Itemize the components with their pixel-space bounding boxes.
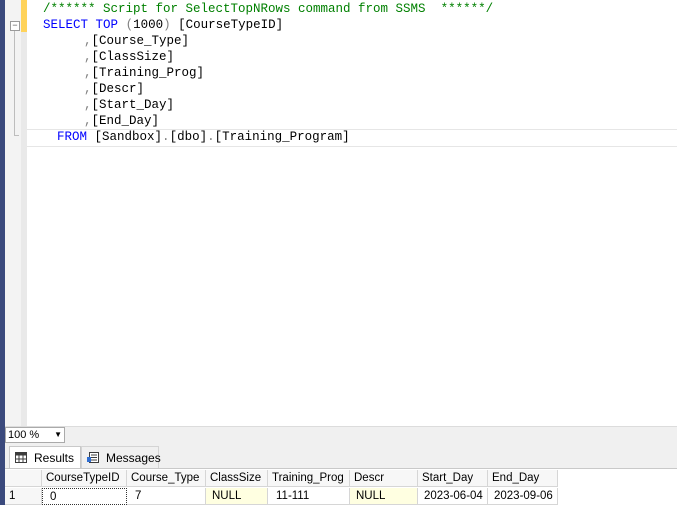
table-cell[interactable]: NULL	[350, 488, 418, 505]
top-keyword: TOP	[95, 18, 119, 32]
comma: ,	[84, 114, 92, 128]
zoom-value: 100 %	[8, 429, 40, 441]
tab-messages[interactable]: Messages	[81, 446, 161, 469]
comma: ,	[84, 66, 92, 80]
comma: ,	[84, 82, 92, 96]
column-name: [Training_Prog]	[91, 66, 205, 80]
code-line-4: ,[ClassSize]	[84, 49, 174, 65]
results-tab-strip: Results Messages	[5, 443, 677, 469]
tab-messages-label: Messages	[106, 451, 161, 465]
code-line-2: SELECT TOP (1000) [CourseTypeID]	[43, 17, 283, 33]
paren-close: )	[163, 18, 171, 32]
code-line-3: ,[Course_Type]	[84, 33, 189, 49]
dot: .	[162, 130, 170, 144]
query-editor[interactable]: − /****** Script for SelectTopNRows comm…	[5, 0, 677, 426]
top-value: 1000	[133, 18, 164, 32]
zoom-bar: 100 % ▼	[5, 426, 677, 443]
fold-guide-line	[14, 31, 15, 135]
column-header[interactable]: End_Day	[488, 470, 558, 487]
editor-gutter: −	[5, 0, 21, 426]
from-keyword: FROM	[57, 130, 88, 144]
select-keyword: SELECT	[43, 18, 89, 32]
corner-cell[interactable]	[5, 470, 42, 487]
tab-results[interactable]: Results	[9, 446, 81, 469]
table-cell[interactable]: 2023-09-06	[488, 488, 558, 505]
table-cell[interactable]: 2023-06-04	[418, 488, 488, 505]
code-line-8: ,[End_Day]	[84, 113, 159, 129]
column-name: [End_Day]	[91, 114, 160, 128]
schema-name: [dbo]	[169, 130, 208, 144]
comma: ,	[84, 34, 92, 48]
column-header[interactable]: Course_Type	[127, 470, 206, 487]
code-line-5: ,[Training_Prog]	[84, 65, 204, 81]
fold-guide-end	[14, 135, 19, 136]
table-name: [Training_Program]	[214, 130, 350, 144]
code-line-6: ,[Descr]	[84, 81, 144, 97]
column-name: [Descr]	[91, 82, 145, 96]
row-number[interactable]: 1	[5, 488, 42, 505]
first-column: [CourseTypeID]	[178, 18, 284, 32]
table-cell[interactable]: NULL	[206, 488, 268, 505]
column-header[interactable]: Descr	[350, 470, 418, 487]
collapse-toggle-icon[interactable]: −	[10, 21, 20, 31]
column-header[interactable]: CourseTypeID	[42, 470, 127, 487]
column-name: [Course_Type]	[91, 34, 190, 48]
column-header[interactable]: Start_Day	[418, 470, 488, 487]
table-cell[interactable]: 11-111	[268, 488, 350, 505]
dot: .	[207, 130, 215, 144]
script-comment: /****** Script for SelectTopNRows comman…	[43, 2, 494, 16]
comma: ,	[84, 50, 92, 64]
results-grid[interactable]: CourseTypeID Course_Type ClassSize Train…	[5, 468, 677, 506]
column-header[interactable]: Training_Prog	[268, 470, 350, 487]
tab-results-label: Results	[34, 451, 75, 465]
zoom-dropdown[interactable]: 100 % ▼	[5, 427, 65, 443]
comma: ,	[84, 98, 92, 112]
column-header[interactable]: ClassSize	[206, 470, 268, 487]
table-cell[interactable]: 0	[42, 488, 127, 505]
paren-open: (	[125, 18, 134, 32]
database-name: [Sandbox]	[94, 130, 163, 144]
code-line-9: FROM [Sandbox].[dbo].[Training_Program]	[57, 129, 350, 145]
grid-icon	[15, 452, 27, 463]
code-area[interactable]: /****** Script for SelectTopNRows comman…	[27, 0, 677, 426]
table-cell[interactable]: 7	[127, 488, 206, 505]
messages-icon	[87, 452, 99, 463]
column-name: [Start_Day]	[91, 98, 175, 112]
chevron-down-icon[interactable]: ▼	[54, 428, 62, 442]
code-line-1: /****** Script for SelectTopNRows comman…	[43, 1, 493, 17]
code-line-7: ,[Start_Day]	[84, 97, 174, 113]
column-name: [ClassSize]	[91, 50, 175, 64]
